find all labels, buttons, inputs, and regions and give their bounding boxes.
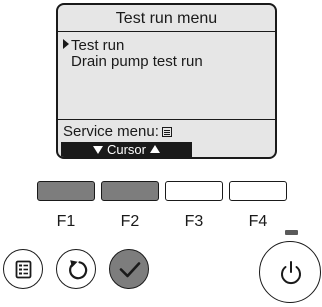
cursor-label: Cursor [106,142,146,157]
menu-item-label: Test run [71,37,125,54]
f3-button[interactable] [165,181,223,201]
service-menu-hint: Service menu: [63,123,172,140]
f2-button[interactable] [101,181,159,201]
return-icon [69,260,88,280]
divider [58,119,275,120]
power-icon [281,261,301,285]
f2-label: F2 [120,213,140,230]
menu-icon [161,127,172,137]
menu-item-label: Drain pump test run [71,53,203,70]
return-button[interactable] [56,249,96,289]
f1-button[interactable] [37,181,95,201]
menu-item-drain-pump-test-run[interactable]: Drain pump test run [63,53,203,70]
f4-label: F4 [248,213,268,230]
f3-label: F3 [184,213,204,230]
f4-button[interactable] [229,181,287,201]
selection-pointer-icon [63,39,69,49]
operation-lamp [285,230,298,235]
screen-title: Test run menu [58,9,275,32]
menu-icon [15,260,32,279]
cursor-up-icon [150,145,160,153]
menu-item-test-run[interactable]: Test run [63,37,124,54]
menu-button[interactable] [3,249,43,289]
power-button[interactable] [259,241,321,303]
lcd-screen: Test run menu Test run Drain pump test r… [56,3,277,159]
checkmark-icon [119,262,141,278]
cursor-indicator: Cursor [61,142,192,157]
f1-label: F1 [56,213,76,230]
cursor-down-icon [92,146,103,154]
service-menu-label: Service menu: [63,123,159,140]
confirm-button[interactable] [109,249,149,289]
